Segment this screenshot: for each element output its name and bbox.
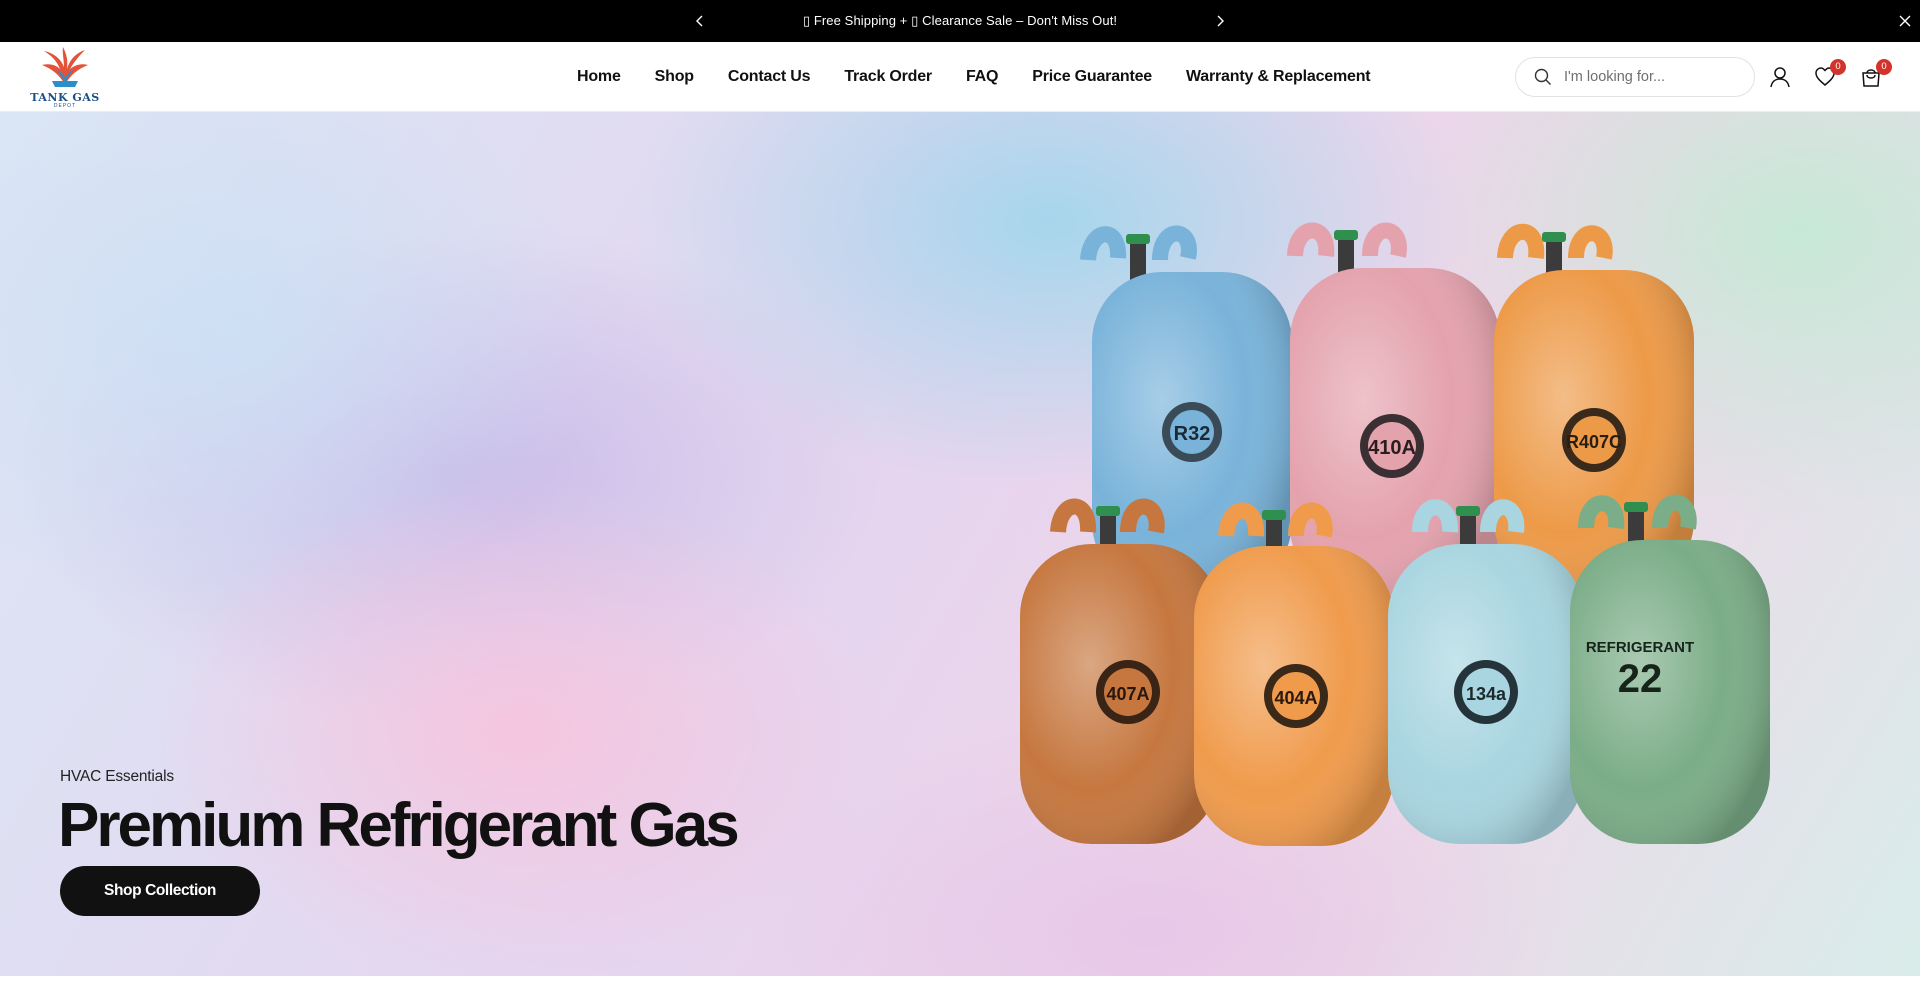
tank-label-407a: 407A [1106, 684, 1149, 704]
search-input[interactable] [1564, 69, 1744, 85]
nav-price-guarantee[interactable]: Price Guarantee [1015, 68, 1169, 86]
tank-label-22: 22 [1618, 657, 1663, 701]
hero-subtitle: HVAC Essentials [60, 768, 174, 785]
nav-contact-us[interactable]: Contact Us [711, 68, 827, 86]
announcement-bar: ▯ Free Shipping + ▯ Clearance Sale – Don… [0, 0, 1920, 42]
tank-label-134a: 134a [1466, 684, 1507, 704]
hero-title: Premium Refrigerant Gas [58, 791, 740, 860]
tank-label-404a: 404A [1274, 688, 1317, 708]
wishlist-count-badge: 0 [1830, 59, 1846, 75]
nav-shop[interactable]: Shop [638, 68, 711, 86]
tank-404a: 404A [1194, 502, 1394, 846]
tank-text-refrigerant: REFRIGERANT [1586, 639, 1694, 656]
hero-banner: R32 410A R407C 407A 404A 134a REFRIGERAN… [0, 112, 1920, 976]
tank-r32: R32 [1080, 225, 1292, 592]
main-nav: Home Shop Contact Us Track Order FAQ Pri… [560, 42, 1387, 112]
phoenix-logo-icon [42, 47, 88, 87]
refrigerant-tanks-image: R32 410A R407C 407A 404A 134a REFRIGERAN… [1020, 222, 1770, 846]
site-header: TANK GAS DEPOT Home Shop Contact Us Trac… [0, 42, 1920, 112]
logo[interactable]: TANK GAS DEPOT [30, 45, 100, 109]
logo-subtext: DEPOT [53, 103, 77, 109]
shop-collection-button[interactable]: Shop Collection [60, 866, 260, 916]
cart-count-badge: 0 [1876, 59, 1892, 75]
search-box[interactable] [1515, 57, 1755, 97]
nav-warranty-replacement[interactable]: Warranty & Replacement [1169, 68, 1387, 86]
tank-label-r32: R32 [1174, 423, 1211, 445]
announcement-text: ▯ Free Shipping + ▯ Clearance Sale – Don… [802, 13, 1118, 28]
cart-button[interactable]: 0 [1860, 59, 1892, 88]
chevron-left-icon[interactable] [690, 11, 710, 31]
nav-home[interactable]: Home [560, 68, 638, 86]
tank-label-410a: 410A [1368, 437, 1416, 459]
tank-label-r407c: R407C [1566, 432, 1622, 452]
nav-faq[interactable]: FAQ [949, 68, 1015, 86]
search-icon [1534, 68, 1551, 85]
close-icon[interactable] [1895, 11, 1915, 31]
chevron-right-icon[interactable] [1210, 11, 1230, 31]
tank-r407c: R407C [1494, 223, 1694, 590]
nav-track-order[interactable]: Track Order [827, 68, 949, 86]
wishlist-button[interactable]: 0 [1814, 59, 1846, 88]
account-icon[interactable] [1769, 66, 1791, 88]
